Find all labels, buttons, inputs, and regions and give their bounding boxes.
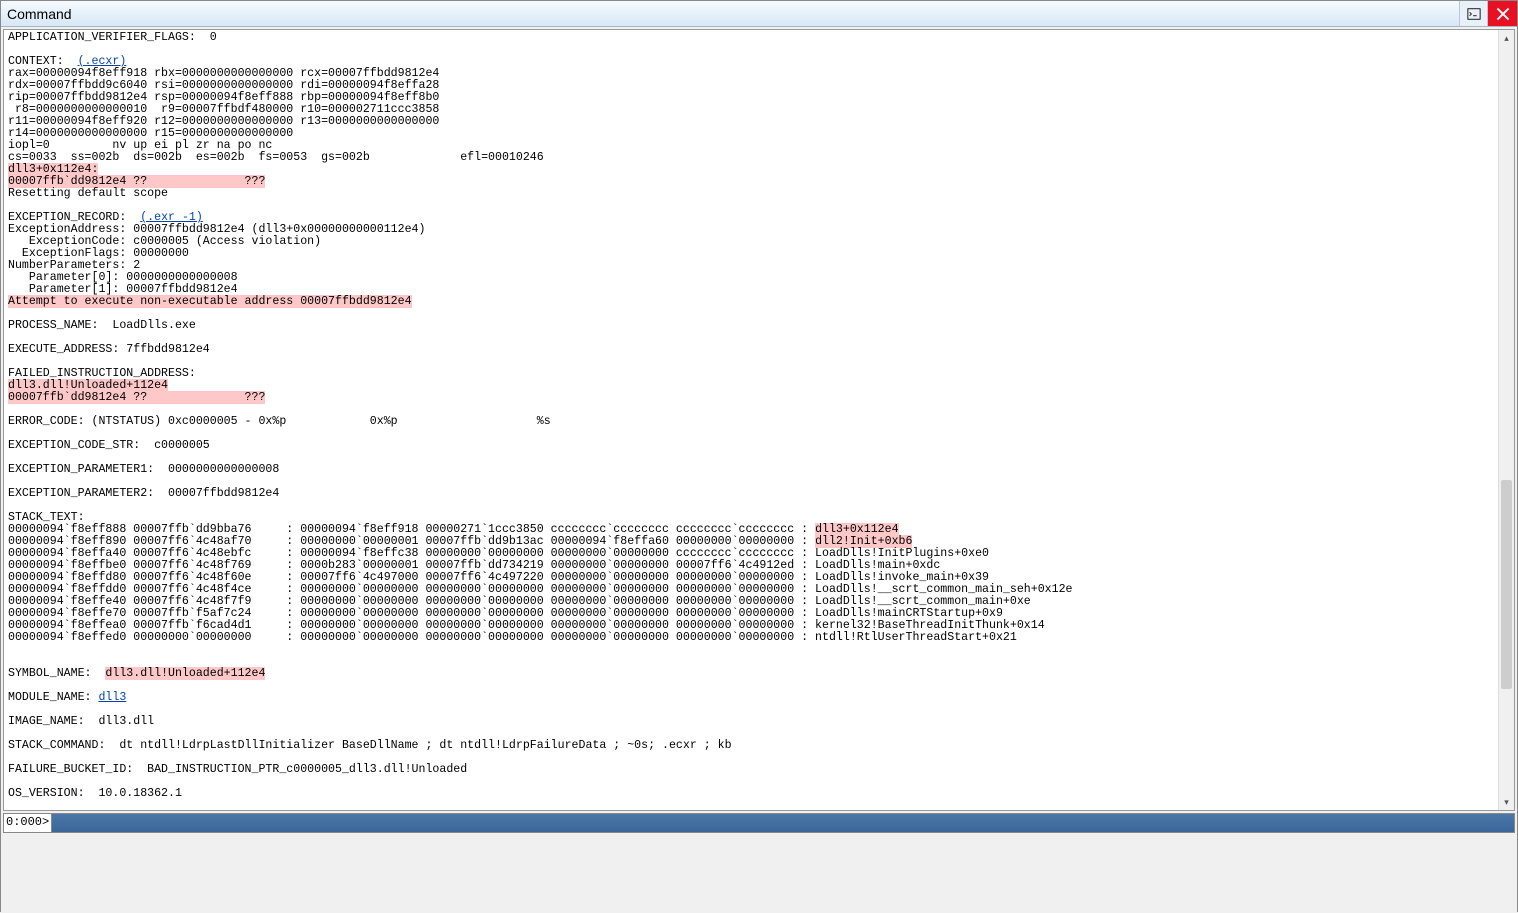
highlight-attempt-execute: Attempt to execute non-executable addres… [8, 295, 412, 308]
scroll-thumb[interactable] [1501, 480, 1512, 689]
scroll-down-arrow[interactable]: ▾ [1499, 794, 1514, 810]
link-module-dll3[interactable]: dll3 [98, 691, 126, 704]
page-background [1, 835, 1517, 913]
command-icon-button[interactable] [1459, 1, 1487, 26]
vertical-scrollbar[interactable]: ▴ ▾ [1498, 30, 1514, 810]
scroll-track[interactable] [1499, 46, 1514, 794]
close-button[interactable] [1487, 1, 1517, 26]
highlight-symbol-name: dll3.dll!Unloaded+112e4 [105, 667, 265, 680]
highlight-failed-instr-2: 00007ffb`dd9812e4 ?? ??? [8, 391, 265, 404]
console-icon [1467, 7, 1481, 21]
window-title: Command [7, 6, 72, 22]
command-prompt: 0:000> [4, 814, 52, 832]
debugger-output[interactable]: APPLICATION_VERIFIER_FLAGS: 0 CONTEXT: (… [4, 30, 1514, 802]
scroll-up-arrow[interactable]: ▴ [1499, 30, 1514, 46]
command-input-bar: 0:000> [3, 813, 1515, 833]
command-input[interactable] [52, 814, 1514, 832]
titlebar: Command [1, 1, 1517, 27]
titlebar-buttons [1459, 1, 1517, 26]
close-icon [1496, 7, 1510, 21]
output-pane: APPLICATION_VERIFIER_FLAGS: 0 CONTEXT: (… [3, 29, 1515, 811]
